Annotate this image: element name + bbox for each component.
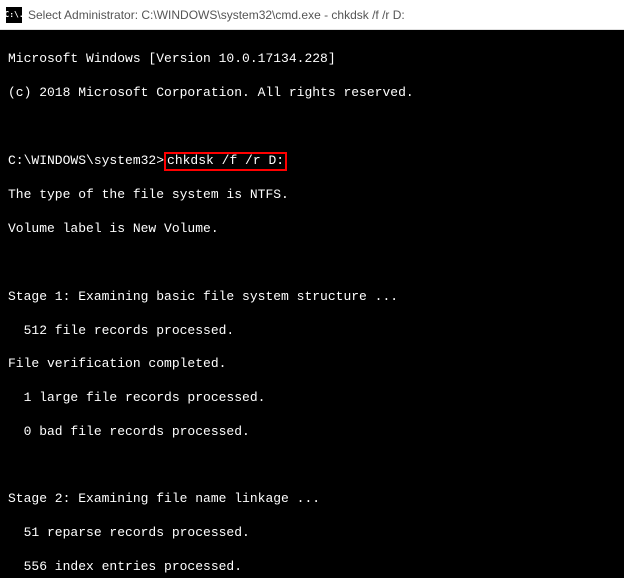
- cmd-icon: C:\.: [6, 7, 22, 23]
- stage1-line: File verification completed.: [8, 356, 616, 373]
- window-title: Select Administrator: C:\WINDOWS\system3…: [28, 8, 405, 22]
- blank-line: [8, 118, 616, 135]
- stage1-line: 512 file records processed.: [8, 323, 616, 340]
- stage2-title: Stage 2: Examining file name linkage ...: [8, 491, 616, 508]
- cmd-window: C:\. Select Administrator: C:\WINDOWS\sy…: [0, 0, 624, 578]
- stage1-title: Stage 1: Examining basic file system str…: [8, 289, 616, 306]
- titlebar[interactable]: C:\. Select Administrator: C:\WINDOWS\sy…: [0, 0, 624, 30]
- prompt-line: C:\WINDOWS\system32>chkdsk /f /r D:: [8, 152, 616, 170]
- blank-line: [8, 458, 616, 475]
- terminal-output[interactable]: Microsoft Windows [Version 10.0.17134.22…: [0, 30, 624, 578]
- volume-label: Volume label is New Volume.: [8, 221, 616, 238]
- stage2-line: 556 index entries processed.: [8, 559, 616, 576]
- blank-line: [8, 255, 616, 272]
- copyright: (c) 2018 Microsoft Corporation. All righ…: [8, 85, 616, 102]
- os-version: Microsoft Windows [Version 10.0.17134.22…: [8, 51, 616, 68]
- prompt: C:\WINDOWS\system32>: [8, 153, 164, 168]
- stage2-line: 51 reparse records processed.: [8, 525, 616, 542]
- fs-type: The type of the file system is NTFS.: [8, 187, 616, 204]
- command-highlight: chkdsk /f /r D:: [164, 152, 287, 170]
- stage1-line: 1 large file records processed.: [8, 390, 616, 407]
- stage1-line: 0 bad file records processed.: [8, 424, 616, 441]
